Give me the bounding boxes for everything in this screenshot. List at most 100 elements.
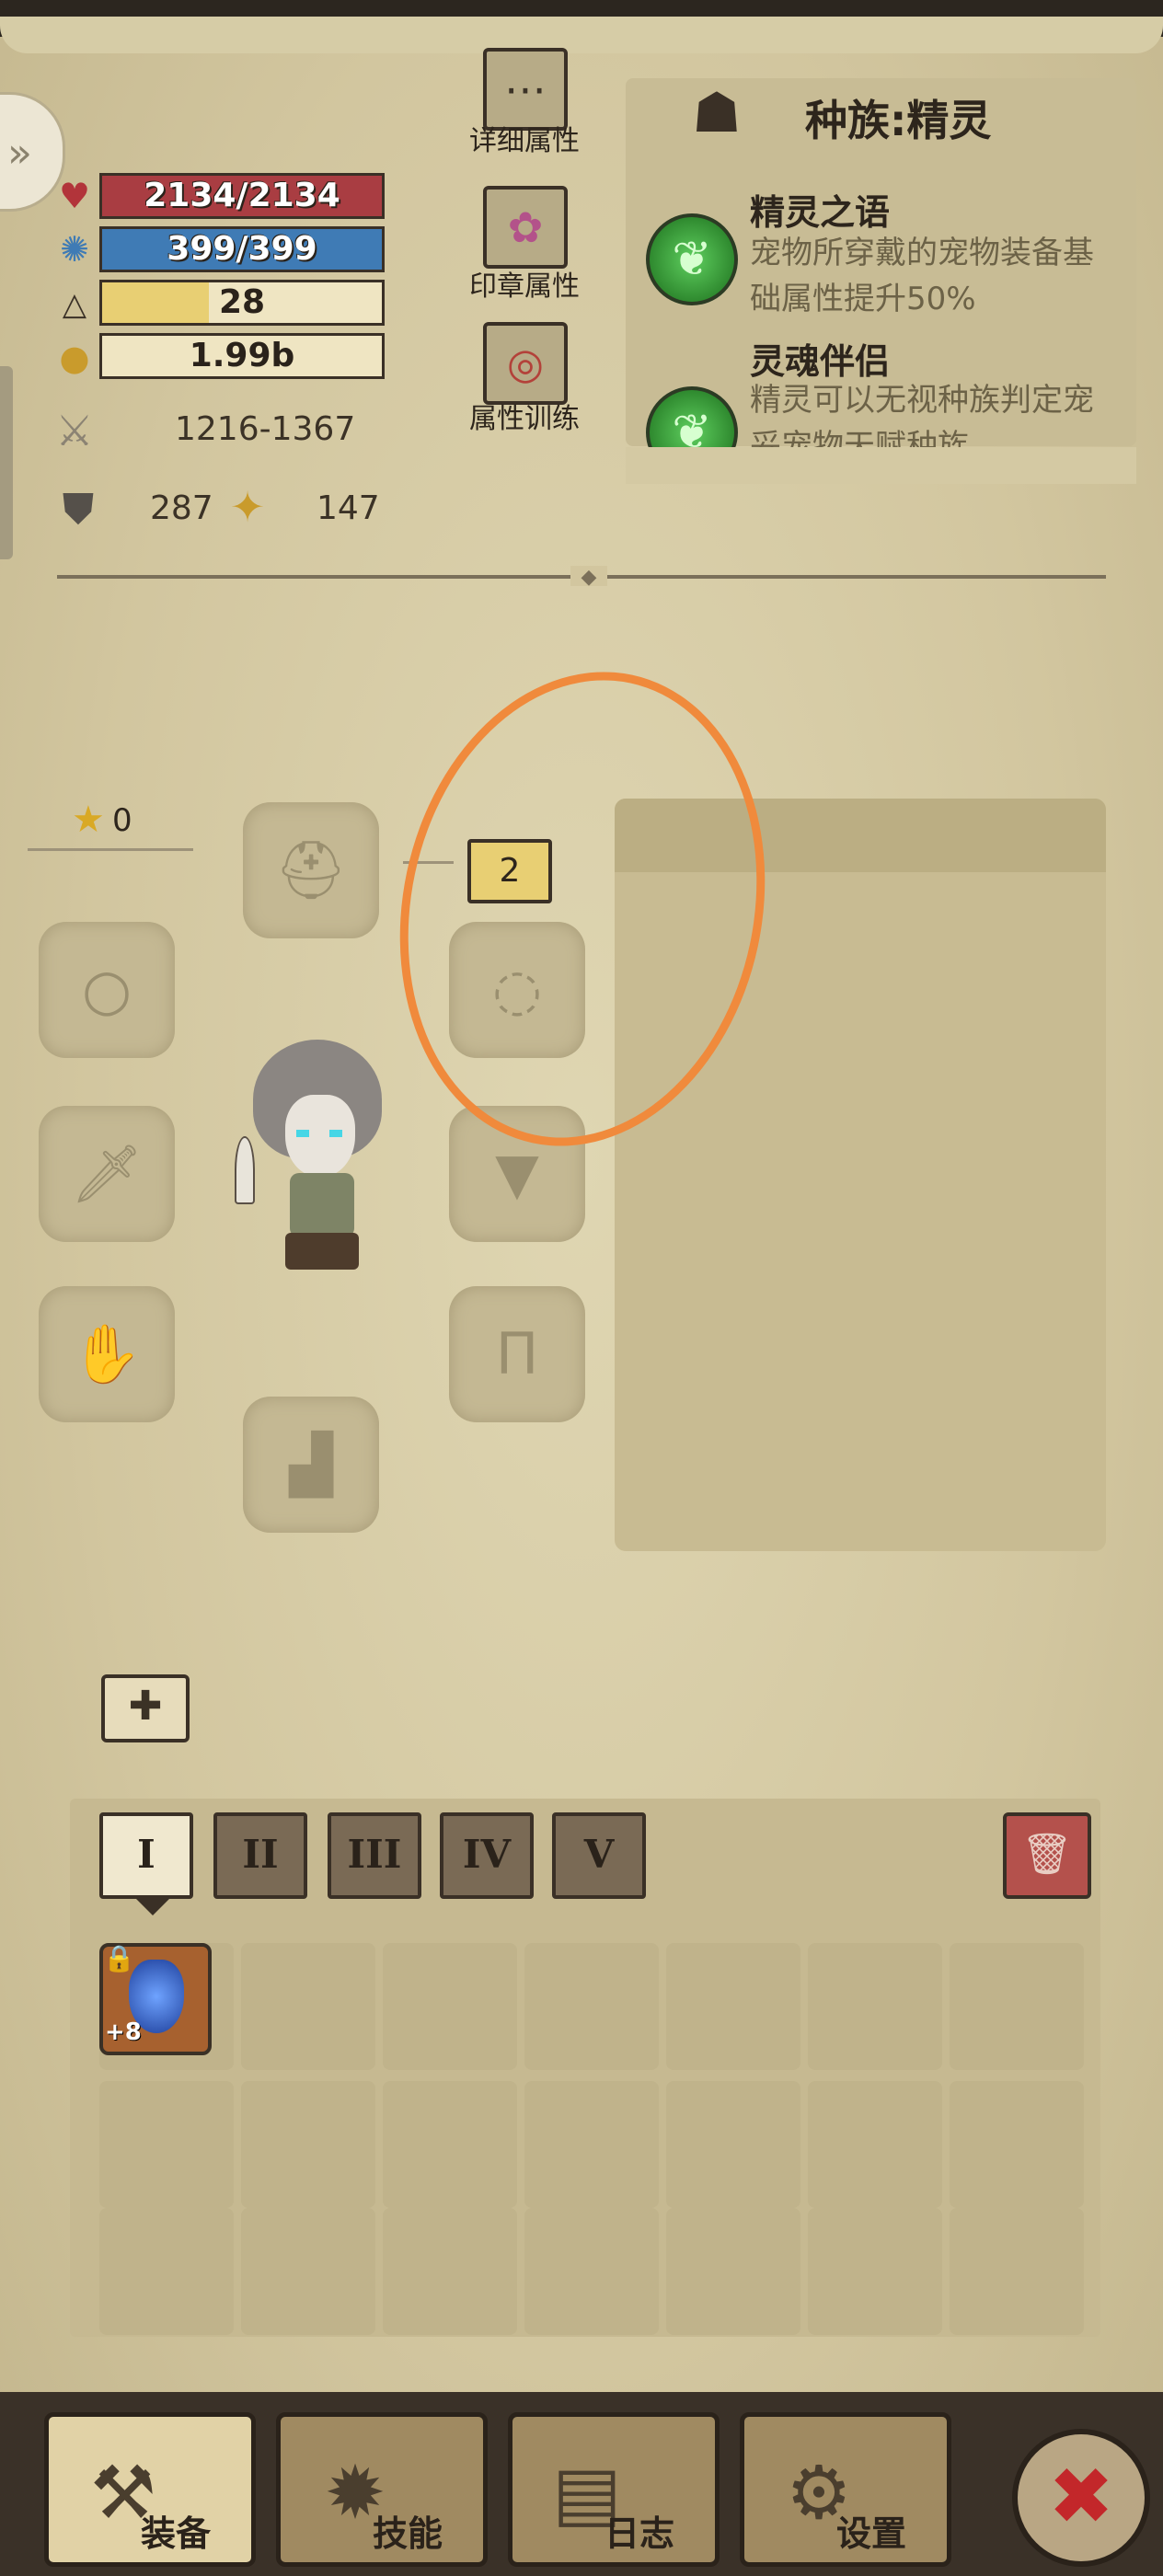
skill-description: 精灵可以无视种族判定宠妥宠物天赋种族 <box>750 382 1094 447</box>
inventory-slot[interactable] <box>241 2208 375 2335</box>
skill-name: 精灵之语 <box>750 192 891 233</box>
level-icon: △ <box>62 286 87 323</box>
nav-skills-button[interactable]: ✹ 技能 <box>276 2412 488 2567</box>
sword-icon: 🗡 <box>70 1140 144 1207</box>
inventory-slot[interactable] <box>99 2081 234 2208</box>
inventory-slot[interactable] <box>666 1943 800 2070</box>
ring-slot[interactable]: ○ <box>39 922 175 1058</box>
attribute-training-button[interactable]: ◎ <box>483 322 568 405</box>
weapon-slot[interactable]: 🗡 <box>39 1106 175 1242</box>
shield-icon: ⛊ <box>62 484 95 534</box>
nav-settings-label: 设置 <box>836 2513 907 2554</box>
boots-slot[interactable]: ▟ <box>243 1397 379 1533</box>
target-icon: ◎ <box>506 339 545 388</box>
inventory-slot[interactable] <box>99 2208 234 2335</box>
flower-seal-icon: ✿ <box>507 202 544 252</box>
star-count: 0 <box>112 802 132 839</box>
seal-attributes-label: 印章属性 <box>469 270 580 303</box>
defense-value: 287 <box>150 489 213 527</box>
inventory-slot[interactable] <box>950 2208 1084 2335</box>
inventory-slot[interactable] <box>666 2081 800 2208</box>
nav-skills-label: 技能 <box>373 2513 443 2554</box>
gold-icon: ● <box>59 338 90 378</box>
tab-page-1[interactable]: I <box>99 1812 193 1899</box>
close-icon: ✖ <box>1047 2451 1115 2543</box>
leaf-skill-icon[interactable]: ❦ <box>646 213 738 305</box>
tab-page-4[interactable]: IV <box>440 1812 534 1899</box>
add-button[interactable]: ✚ <box>101 1674 190 1742</box>
crossed-swords-icon: ⚔ <box>55 406 94 455</box>
character-eye <box>329 1130 342 1137</box>
skill-name: 灵魂伴侣 <box>750 341 891 382</box>
hp-bar: 2134/2134 <box>99 173 385 219</box>
side-handle[interactable] <box>0 366 13 559</box>
inventory-slot[interactable] <box>241 1943 375 2070</box>
pants-icon: Π <box>495 1320 539 1387</box>
inventory-slot[interactable] <box>950 2081 1084 2208</box>
race-panel-fade <box>626 447 1136 484</box>
inventory-slot[interactable] <box>666 2208 800 2335</box>
inventory-slot[interactable] <box>808 2208 942 2335</box>
star-icon: ★ <box>72 799 105 841</box>
top-frame-edge <box>0 17 1163 53</box>
inventory-slot[interactable] <box>808 2081 942 2208</box>
nav-log-button[interactable]: ▤ 日志 <box>508 2412 720 2567</box>
inventory-slot[interactable] <box>950 1943 1084 2070</box>
inventory-slot[interactable] <box>524 1943 659 2070</box>
gloves-slot[interactable]: ✋ <box>39 1286 175 1422</box>
ring-icon: ○ <box>81 956 132 1023</box>
inventory-slot[interactable] <box>524 2208 659 2335</box>
seal-attributes-button[interactable]: ✿ <box>483 186 568 269</box>
hp-value: 2134/2134 <box>144 177 340 214</box>
character-eye <box>296 1130 309 1137</box>
heart-icon: ♥ <box>58 176 91 216</box>
race-title: 种族:精灵 <box>805 96 992 145</box>
inventory-slot[interactable] <box>808 1943 942 2070</box>
character-body <box>290 1173 354 1237</box>
shirt-icon: ▼ <box>495 1140 539 1207</box>
trash-icon: 🗑 <box>1021 1831 1073 1878</box>
inventory-slot[interactable] <box>383 2081 517 2208</box>
plus-icon: ✚ <box>128 1683 163 1730</box>
nav-equipment-label: 装备 <box>141 2513 212 2554</box>
divider-ornament: ◆ <box>570 566 607 589</box>
inventory-slot[interactable] <box>241 2081 375 2208</box>
nav-settings-button[interactable]: ⚙ 设置 <box>740 2412 951 2567</box>
active-tab-indicator <box>136 1899 169 1915</box>
skill-description-clip: 精灵可以无视种族判定宠妥宠物天赋种族 <box>750 377 1100 447</box>
magic-value: 147 <box>317 489 380 527</box>
tab-page-3[interactable]: III <box>328 1812 421 1899</box>
glove-icon: ✋ <box>71 1320 143 1387</box>
attack-value: 1216-1367 <box>175 410 356 448</box>
nav-log-label: 日志 <box>605 2513 675 2554</box>
mp-bar: 399/399 <box>99 226 385 272</box>
trash-button[interactable]: 🗑 <box>1003 1812 1091 1899</box>
skill-description: 宠物所穿戴的宠物装备基础属性提升50% <box>750 235 1094 317</box>
gold-bar: 1.99b <box>99 333 385 379</box>
item-enhance-level: +8 <box>105 2018 142 2046</box>
character-legs <box>285 1233 359 1270</box>
inventory-slot[interactable] <box>383 2208 517 2335</box>
close-button[interactable]: ✖ <box>1012 2429 1150 2567</box>
tab-page-5[interactable]: V <box>552 1812 646 1899</box>
magic-staff-icon: ✦ <box>229 482 266 532</box>
level-value: 28 <box>218 283 266 321</box>
inventory-slot[interactable] <box>383 1943 517 2070</box>
mana-icon: ✺ <box>60 229 89 270</box>
dagger-icon <box>235 1136 255 1204</box>
tab-page-2[interactable]: II <box>213 1812 307 1899</box>
dots-icon: ⋯ <box>504 64 547 114</box>
lock-icon: 🔒 <box>103 1943 135 1973</box>
connector-line <box>28 848 193 851</box>
detail-attributes-label: 详细属性 <box>469 125 580 157</box>
gold-value: 1.99b <box>189 337 295 374</box>
helmet-slot[interactable]: ⛑ <box>243 802 379 938</box>
helmet-icon: ⛑ <box>274 836 348 903</box>
double-chevron-icon: » <box>7 130 32 177</box>
pants-slot[interactable]: Π <box>449 1286 585 1422</box>
inventory-slot[interactable] <box>524 2081 659 2208</box>
mp-value: 399/399 <box>167 230 317 268</box>
nav-equipment-button[interactable]: ⚒ 装备 <box>44 2412 256 2567</box>
attribute-training-label: 属性训练 <box>469 403 580 435</box>
goblin-head-icon: ☗ <box>692 81 742 145</box>
